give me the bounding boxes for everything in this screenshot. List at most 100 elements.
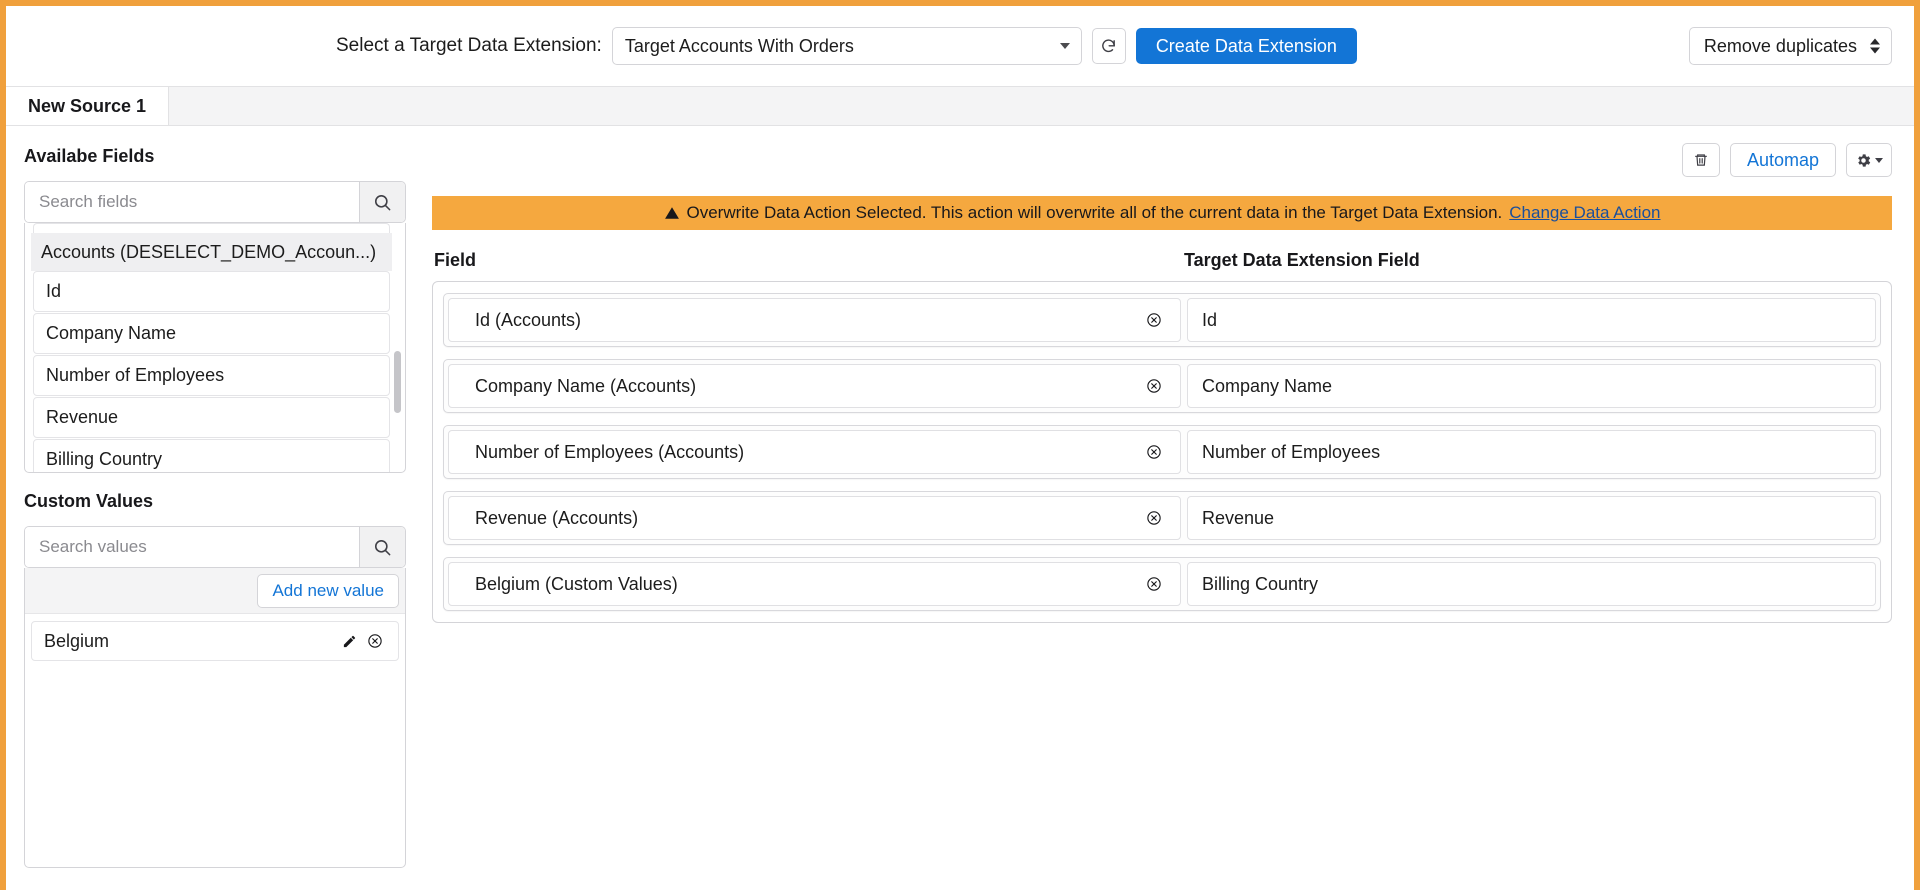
search-fields-input[interactable] — [25, 182, 359, 222]
table-row[interactable]: Number of Employees (Accounts) Number of… — [443, 425, 1881, 479]
mapping-source-label: Belgium (Custom Values) — [475, 574, 1140, 595]
remove-circle-icon[interactable] — [1140, 510, 1168, 526]
search-fields-button[interactable] — [359, 182, 405, 222]
mapping-source-field[interactable]: Revenue (Accounts) — [448, 496, 1181, 540]
custom-value-item-belgium[interactable]: Belgium — [31, 621, 399, 661]
available-fields-scroller: Accounts (DESELECT_DEMO_Accoun...) Id Co… — [25, 223, 405, 472]
mapping-toolbar: Automap — [432, 140, 1892, 180]
target-de-selector-group: Select a Target Data Extension: Target A… — [336, 27, 1357, 65]
mapping-target-field[interactable]: Id — [1187, 298, 1876, 342]
search-values-input[interactable] — [25, 527, 359, 567]
remove-circle-icon[interactable] — [1140, 576, 1168, 592]
tab-label: New Source 1 — [28, 96, 146, 117]
table-row[interactable]: Company Name (Accounts) Company Name — [443, 359, 1881, 413]
trash-icon — [1693, 152, 1709, 168]
table-row[interactable]: Belgium (Custom Values) Billing Country — [443, 557, 1881, 611]
top-right-group: Remove duplicates — [1689, 27, 1892, 65]
field-item-label: Billing Country — [46, 449, 162, 470]
column-header-field: Field — [432, 250, 1184, 271]
mapping-target-label: Id — [1202, 310, 1217, 331]
add-value-bar: Add new value — [25, 568, 405, 614]
refresh-button[interactable] — [1092, 28, 1126, 64]
field-item-billing-country[interactable]: Billing Country — [33, 439, 390, 472]
mapping-target-label: Company Name — [1202, 376, 1332, 397]
change-data-action-link[interactable]: Change Data Action — [1509, 203, 1660, 223]
top-toolbar: Select a Target Data Extension: Target A… — [6, 6, 1914, 86]
fields-search-row — [24, 181, 406, 223]
search-values-button[interactable] — [359, 527, 405, 567]
custom-values-list: Add new value Belgium — [24, 568, 406, 868]
mapping-source-field[interactable]: Number of Employees (Accounts) — [448, 430, 1181, 474]
field-item-label: Number of Employees — [46, 365, 224, 386]
available-fields-title: Availabe Fields — [24, 146, 406, 167]
column-header-target-de-field: Target Data Extension Field — [1184, 250, 1892, 271]
mapping-target-label: Billing Country — [1202, 574, 1318, 595]
dedupe-value: Remove duplicates — [1704, 36, 1857, 57]
gear-icon — [1855, 152, 1872, 169]
mapping-source-field[interactable]: Belgium (Custom Values) — [448, 562, 1181, 606]
field-item-label: Company Name — [46, 323, 176, 344]
mapping-target-field[interactable]: Billing Country — [1187, 562, 1876, 606]
remove-circle-icon[interactable] — [362, 633, 388, 649]
mapping-source-label: Number of Employees (Accounts) — [475, 442, 1140, 463]
mapping-target-field[interactable]: Number of Employees — [1187, 430, 1876, 474]
dedupe-select[interactable]: Remove duplicates — [1689, 27, 1892, 65]
field-group-accounts[interactable]: Accounts (DESELECT_DEMO_Accoun...) — [31, 233, 392, 271]
mapping-source-field[interactable]: Company Name (Accounts) — [448, 364, 1181, 408]
mapping-target-label: Number of Employees — [1202, 442, 1380, 463]
pencil-icon[interactable] — [336, 634, 362, 649]
automap-label: Automap — [1747, 150, 1819, 171]
source-tab-strip: New Source 1 — [6, 86, 1914, 126]
delete-all-mappings-button[interactable] — [1682, 143, 1720, 177]
overwrite-warning-banner: Overwrite Data Action Selected. This act… — [432, 196, 1892, 230]
left-sidebar: Availabe Fields Accounts (DES — [6, 126, 426, 890]
mapping-target-field[interactable]: Company Name — [1187, 364, 1876, 408]
add-new-value-button[interactable]: Add new value — [257, 574, 399, 608]
mapping-source-label: Id (Accounts) — [475, 310, 1140, 331]
tab-new-source-1[interactable]: New Source 1 — [6, 87, 169, 125]
field-item-partial-top — [33, 223, 390, 233]
automap-button[interactable]: Automap — [1730, 143, 1836, 177]
field-item-company-name[interactable]: Company Name — [33, 313, 390, 354]
remove-circle-icon[interactable] — [1140, 378, 1168, 394]
remove-circle-icon[interactable] — [1140, 444, 1168, 460]
mapping-settings-button[interactable] — [1846, 143, 1892, 177]
mapping-source-field[interactable]: Id (Accounts) — [448, 298, 1181, 342]
refresh-icon — [1100, 38, 1117, 55]
table-row[interactable]: Id (Accounts) Id — [443, 293, 1881, 347]
target-de-select-value: Target Accounts With Orders — [625, 36, 854, 57]
main-body: Availabe Fields Accounts (DES — [6, 126, 1914, 890]
mapping-panel: Automap Overwrite Data — [426, 126, 1914, 890]
mapping-rows-card: Id (Accounts) Id — [432, 281, 1892, 623]
create-data-extension-label: Create Data Extension — [1156, 36, 1337, 57]
overwrite-warning-text: Overwrite Data Action Selected. This act… — [687, 203, 1503, 223]
mapping-target-field[interactable]: Revenue — [1187, 496, 1876, 540]
create-data-extension-button[interactable]: Create Data Extension — [1136, 28, 1357, 64]
mapping-column-headers: Field Target Data Extension Field — [432, 250, 1892, 271]
target-de-label: Select a Target Data Extension: — [336, 35, 602, 57]
custom-values-title: Custom Values — [24, 491, 406, 512]
tab-strip-filler — [169, 87, 1914, 125]
available-fields-list[interactable]: Accounts (DESELECT_DEMO_Accoun...) Id Co… — [24, 223, 406, 473]
add-new-value-label: Add new value — [272, 581, 384, 601]
table-row[interactable]: Revenue (Accounts) Revenue — [443, 491, 1881, 545]
field-item-id[interactable]: Id — [33, 271, 390, 312]
mapping-target-label: Revenue — [1202, 508, 1274, 529]
app-window: Select a Target Data Extension: Target A… — [0, 0, 1920, 890]
fields-scrollbar-thumb[interactable] — [394, 351, 401, 413]
remove-circle-icon[interactable] — [1140, 312, 1168, 328]
warning-triangle-icon — [664, 205, 680, 221]
mapping-source-label: Company Name (Accounts) — [475, 376, 1140, 397]
field-item-label: Revenue — [46, 407, 118, 428]
mapping-source-label: Revenue (Accounts) — [475, 508, 1140, 529]
fields-scrollbar-track — [394, 233, 401, 462]
search-icon — [373, 193, 392, 212]
field-item-label: Id — [46, 281, 61, 302]
field-item-number-of-employees[interactable]: Number of Employees — [33, 355, 390, 396]
field-item-revenue[interactable]: Revenue — [33, 397, 390, 438]
chevron-down-icon — [1875, 158, 1883, 163]
field-group-label: Accounts (DESELECT_DEMO_Accoun...) — [41, 242, 376, 263]
search-icon — [373, 538, 392, 557]
target-de-select[interactable]: Target Accounts With Orders — [612, 27, 1082, 65]
custom-value-label: Belgium — [44, 631, 336, 652]
